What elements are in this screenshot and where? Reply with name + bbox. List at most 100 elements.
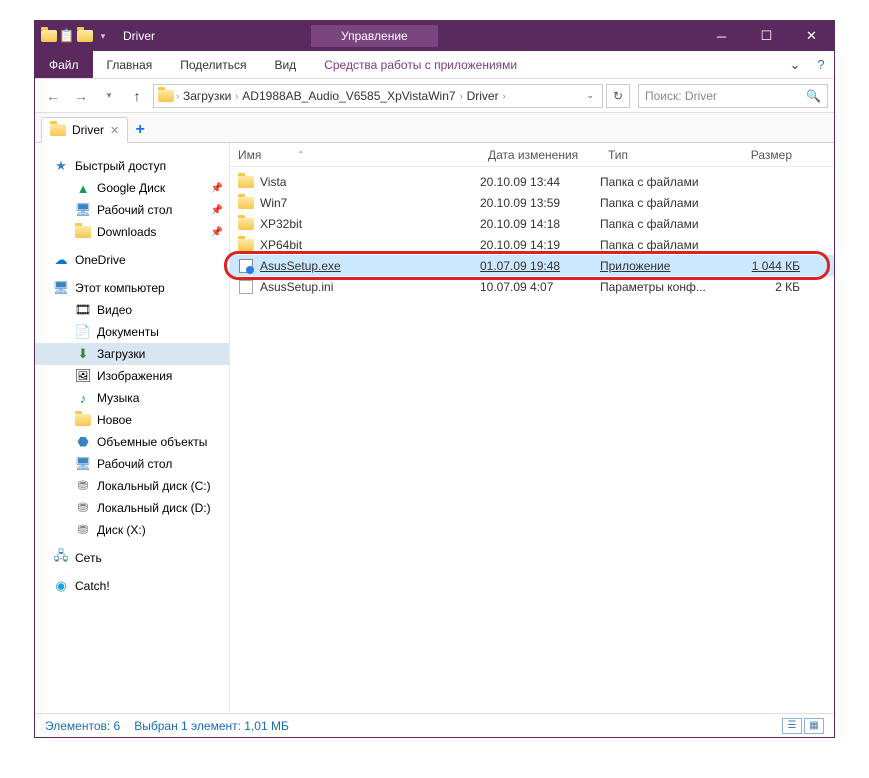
minimize-button[interactable]: ─ [699,21,744,51]
nav-item[interactable]: ♪Музыка [35,387,229,409]
window-controls: ─ ☐ ✕ [699,21,834,51]
file-row[interactable]: AsusSetup.ini10.07.09 4:07Параметры конф… [230,276,834,297]
nav-tree[interactable]: ★Быстрый доступ ▲Google Диск📌 🖥Рабочий с… [35,143,230,713]
nav-item[interactable]: ⛃Локальный диск (D:) [35,497,229,519]
folder-tab[interactable]: Driver ✕ [41,117,128,143]
recent-dropdown-icon[interactable]: ▾ [97,84,121,108]
breadcrumb-item[interactable]: AD1988AB_Audio_V6585_XpVistaWin7 [240,89,457,103]
file-date: 10.07.09 4:07 [480,280,600,294]
maximize-button[interactable]: ☐ [744,21,789,51]
icons-view-button[interactable]: ▦ [804,718,824,734]
close-tab-icon[interactable]: ✕ [110,124,119,137]
column-date[interactable]: Дата изменения [480,148,600,162]
ribbon-tab-app-tools[interactable]: Средства работы с приложениями [310,51,531,78]
search-input[interactable]: Поиск: Driver 🔍 [638,84,828,108]
file-type: Папка с файлами [600,238,730,252]
file-name: AsusSetup.ini [260,280,333,294]
nav-this-pc[interactable]: 🖥Этот компьютер [35,277,229,299]
documents-icon: 📄 [75,324,91,340]
qat-icon[interactable] [77,28,93,44]
back-button[interactable]: ← [41,84,65,108]
file-list[interactable]: Vista20.10.09 13:44Папка с файламиWin720… [230,167,834,713]
folder-icon [158,88,174,104]
nav-item[interactable]: 🖥Рабочий стол📌 [35,199,229,221]
explorer-window: 📋 ▾ Driver Управление ─ ☐ ✕ Файл Главная… [34,20,835,738]
nav-catch[interactable]: ◉Catch! [35,575,229,597]
details-view-button[interactable]: ☰ [782,718,802,734]
address-bar[interactable]: › Загрузки › AD1988AB_Audio_V6585_XpVist… [153,84,603,108]
nav-item[interactable]: ⛃Локальный диск (C:) [35,475,229,497]
file-row[interactable]: XP64bit20.10.09 14:19Папка с файлами [230,234,834,255]
file-row[interactable]: Win720.10.09 13:59Папка с файлами [230,192,834,213]
ini-icon [239,280,253,294]
ribbon-tab-share[interactable]: Поделиться [166,51,260,78]
column-type[interactable]: Тип [600,148,730,162]
ribbon-expand-icon[interactable]: ⌄ [782,51,808,78]
breadcrumb-item[interactable]: Driver [465,89,501,103]
close-button[interactable]: ✕ [789,21,834,51]
ribbon-tab-home[interactable]: Главная [93,51,167,78]
file-date: 01.07.09 19:48 [480,259,600,273]
status-bar: Элементов: 6 Выбран 1 элемент: 1,01 МБ ☰… [35,713,834,737]
file-type: Папка с файлами [600,175,730,189]
file-type: Папка с файлами [600,196,730,210]
network-icon: 🖧 [53,550,69,566]
video-icon: 🎞 [75,302,91,318]
file-date: 20.10.09 14:18 [480,217,600,231]
download-icon: ⬇ [75,346,91,362]
nav-item[interactable]: ▲Google Диск📌 [35,177,229,199]
view-buttons: ☰ ▦ [782,718,824,734]
nav-downloads[interactable]: ⬇Загрузки [35,343,229,365]
file-row[interactable]: Vista20.10.09 13:44Папка с файлами [230,171,834,192]
new-tab-button[interactable]: + [128,118,152,142]
file-row[interactable]: XP32bit20.10.09 14:18Папка с файлами [230,213,834,234]
nav-item[interactable]: Новое [35,409,229,431]
nav-network[interactable]: 🖧Сеть [35,547,229,569]
nav-onedrive[interactable]: ☁OneDrive [35,249,229,271]
sort-asc-icon: ⌃ [297,150,304,159]
forward-button[interactable]: → [69,84,93,108]
help-icon[interactable]: ? [808,51,834,78]
column-headers: Имя⌃ Дата изменения Тип Размер [230,143,834,167]
nav-item[interactable]: ⛃Диск (X:) [35,519,229,541]
nav-item[interactable]: 🖥Рабочий стол [35,453,229,475]
file-size: 1 044 КБ [730,259,800,273]
column-size[interactable]: Размер [730,148,800,162]
nav-item[interactable]: 📄Документы [35,321,229,343]
address-dropdown-icon[interactable]: ⌄ [582,90,598,101]
file-row[interactable]: AsusSetup.exe01.07.09 19:48Приложение1 0… [230,255,834,276]
breadcrumb-item[interactable]: Загрузки [181,89,233,103]
nav-toolbar: ← → ▾ ↑ › Загрузки › AD1988AB_Audio_V658… [35,79,834,113]
file-type: Папка с файлами [600,217,730,231]
nav-item[interactable]: Downloads📌 [35,221,229,243]
up-button[interactable]: ↑ [125,84,149,108]
file-date: 20.10.09 13:59 [480,196,600,210]
nav-item[interactable]: 🎞Видео [35,299,229,321]
chevron-right-icon[interactable]: › [235,91,238,101]
contextual-tab-header[interactable]: Управление [311,25,438,47]
chevron-right-icon[interactable]: › [460,91,463,101]
chevron-right-icon[interactable]: › [176,91,179,101]
qat-icon[interactable]: 📋 [59,28,75,44]
nav-quick-access[interactable]: ★Быстрый доступ [35,155,229,177]
chevron-right-icon[interactable]: › [503,91,506,101]
file-tab[interactable]: Файл [35,51,93,78]
search-icon[interactable]: 🔍 [806,89,821,103]
status-selection: Выбран 1 элемент: 1,01 МБ [134,719,289,733]
content-pane: Имя⌃ Дата изменения Тип Размер Vista20.1… [230,143,834,713]
column-name[interactable]: Имя⌃ [230,148,480,162]
refresh-button[interactable]: ↻ [606,84,630,108]
pin-icon: 📌 [209,224,225,240]
file-name: Vista [260,175,286,189]
tab-strip: Driver ✕ + [35,113,834,143]
title-bar: 📋 ▾ Driver Управление ─ ☐ ✕ [35,21,834,51]
exe-icon [239,259,253,273]
pictures-icon: 🖼 [75,368,91,384]
desktop-icon: 🖥 [75,456,91,472]
ribbon: Файл Главная Поделиться Вид Средства раб… [35,51,834,79]
qat-dropdown-icon[interactable]: ▾ [95,28,111,44]
star-icon: ★ [53,158,69,174]
nav-item[interactable]: 🖼Изображения [35,365,229,387]
ribbon-tab-view[interactable]: Вид [260,51,310,78]
nav-item[interactable]: ⬣Объемные объекты [35,431,229,453]
